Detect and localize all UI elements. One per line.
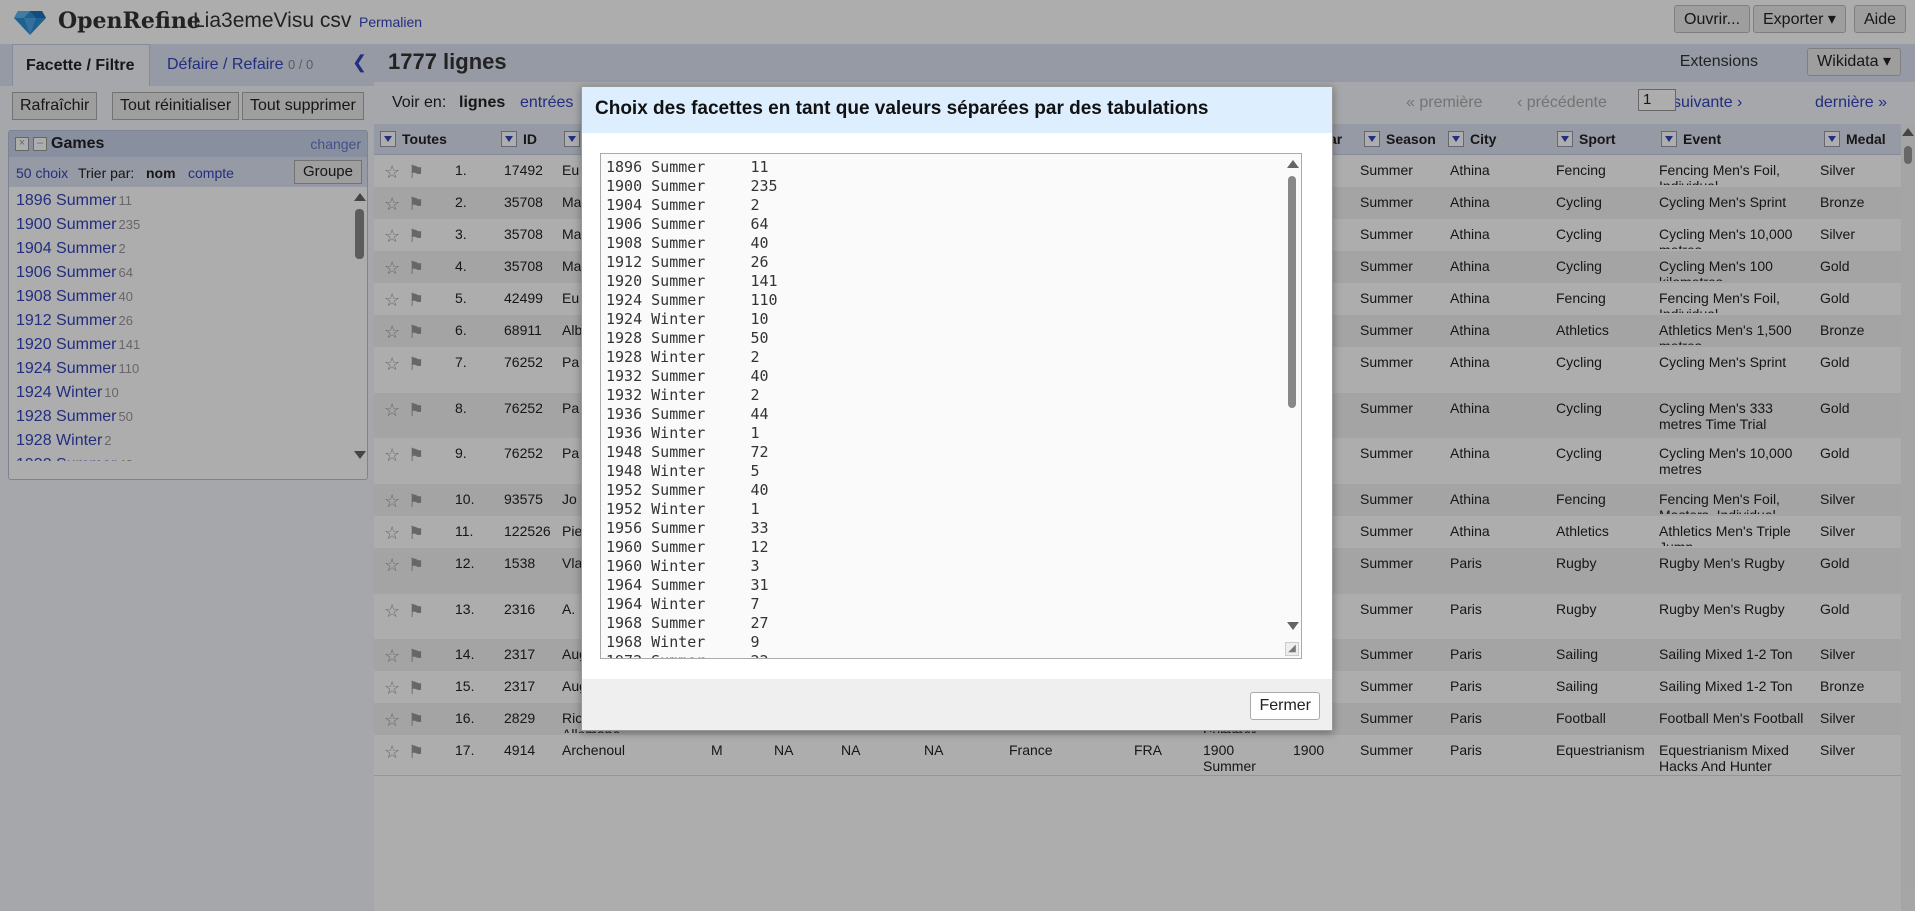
facet-values-text[interactable]: 1896 Summer 11 1900 Summer 235 1904 Summ… <box>601 154 1301 658</box>
textarea-scroll-thumb[interactable] <box>1288 176 1296 408</box>
close-button[interactable]: Fermer <box>1250 692 1320 720</box>
facet-values-textarea[interactable]: 1896 Summer 11 1900 Summer 235 1904 Summ… <box>600 153 1302 659</box>
dialog-footer: Fermer <box>582 679 1332 730</box>
textarea-scrollbar[interactable] <box>1286 156 1299 656</box>
dialog-title: Choix des facettes en tant que valeurs s… <box>595 98 1209 119</box>
facet-tsv-dialog: Choix des facettes en tant que valeurs s… <box>581 86 1333 731</box>
resize-grip-icon[interactable]: ◢ <box>1285 642 1299 656</box>
scroll-up-icon[interactable] <box>1287 160 1299 168</box>
dialog-header: Choix des facettes en tant que valeurs s… <box>582 87 1332 133</box>
scroll-down-icon[interactable] <box>1287 622 1299 630</box>
